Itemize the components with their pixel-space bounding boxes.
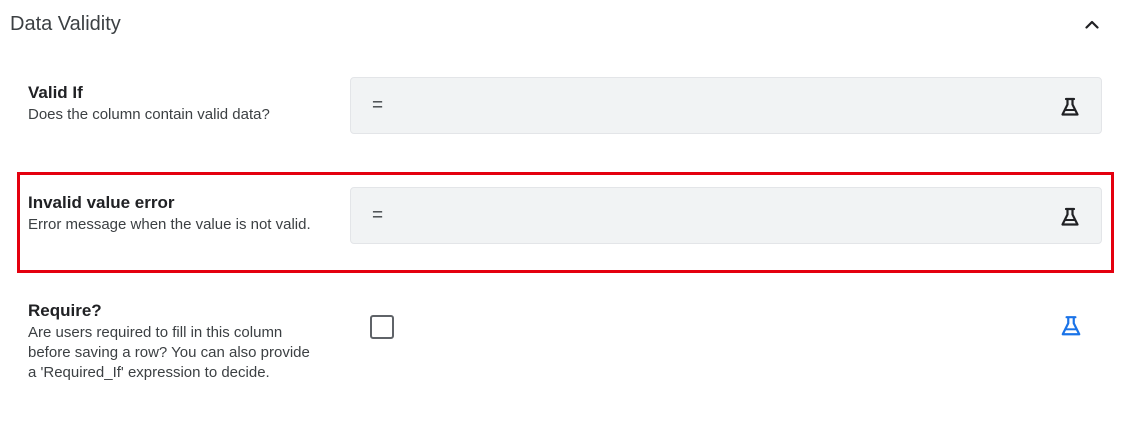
valid-if-description: Does the column contain valid data? [28,106,270,123]
require-description: Are users required to fill in this colum… [28,324,310,381]
valid-if-expression-field[interactable]: = [350,77,1102,134]
flask-icon [1061,97,1079,116]
valid-if-title: Valid If [28,83,83,102]
require-row: Require? Are users required to fill in t… [0,300,1125,425]
require-title: Require? [28,301,102,320]
require-label: Require? Are users required to fill in t… [28,300,328,383]
section-header: Data Validity [0,0,1125,48]
flask-icon [1061,316,1081,336]
valid-if-test-button[interactable] [1057,94,1083,120]
collapse-section-button[interactable] [1078,10,1106,38]
valid-if-expression-value: = [372,95,384,116]
chevron-up-icon [1085,20,1099,29]
require-checkbox[interactable] [370,315,394,339]
require-test-button[interactable] [1058,313,1084,339]
highlight-box [17,172,1114,273]
valid-if-label: Valid If Does the column contain valid d… [28,82,328,125]
section-title: Data Validity [10,13,121,35]
